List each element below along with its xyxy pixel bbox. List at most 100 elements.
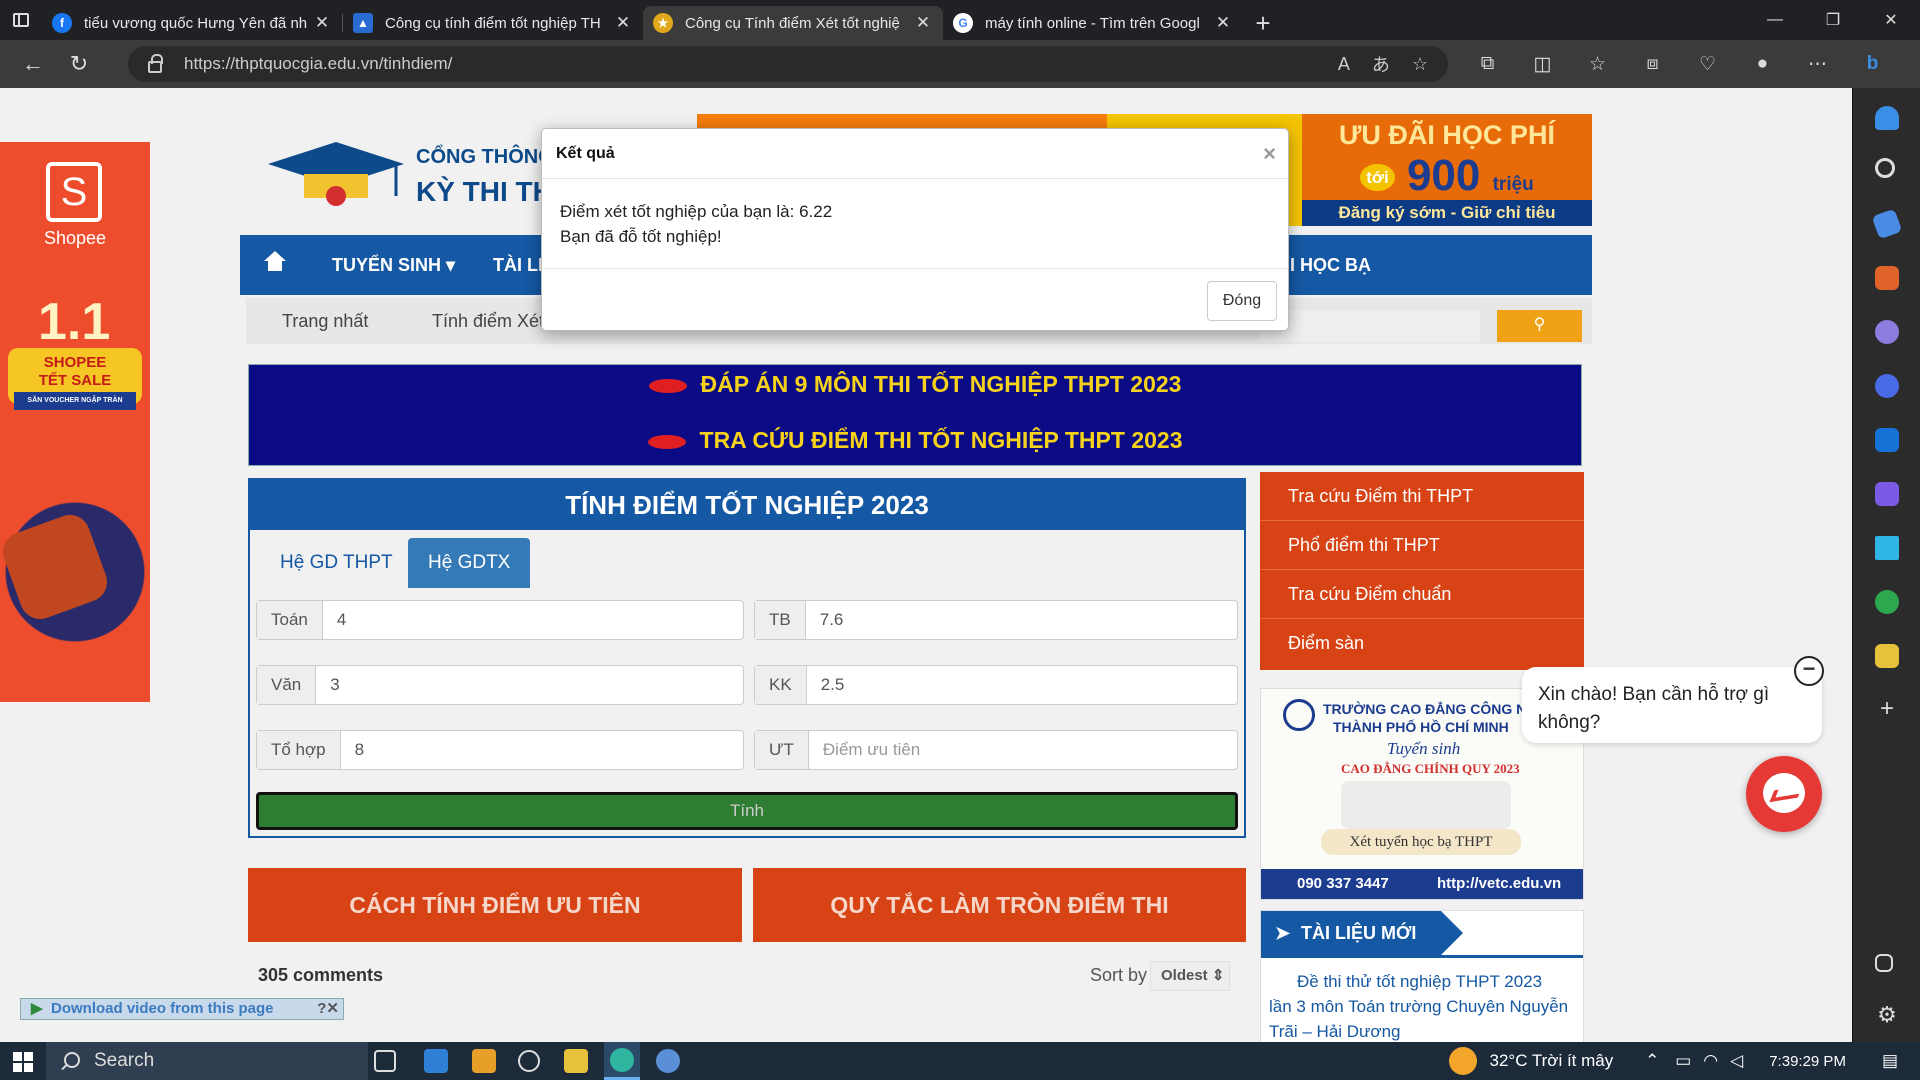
close-tab-icon[interactable]: ✕ — [312, 13, 332, 33]
add-icon[interactable]: + — [1875, 697, 1899, 722]
sidebar-link-tra-cuu-diem-thi[interactable]: Tra cứu Điểm thi THPT — [1260, 472, 1584, 521]
tab-he-gd-thpt[interactable]: Hệ GD THPT — [260, 538, 413, 588]
ut-field[interactable]: ƯT Điểm ưu tiên — [754, 730, 1238, 770]
tb-field[interactable]: TB 7.6 — [754, 600, 1238, 640]
breadcrumb-home[interactable]: Trang nhất — [246, 298, 368, 344]
sidebar-link-pho-diem[interactable]: Phổ điểm thi THPT — [1260, 521, 1584, 570]
kk-value[interactable]: 2.5 — [807, 666, 1237, 704]
taskbar-search[interactable]: Search — [46, 1042, 368, 1080]
banner-link-dap-an[interactable]: ĐÁP ÁN 9 MÔN THI TỐT NGHIỆP THPT 2023 — [249, 371, 1581, 398]
tab-actions-button[interactable] — [0, 0, 42, 40]
help-close-icons[interactable]: ?✕ — [317, 999, 339, 1019]
new-tab-button[interactable]: + — [1243, 6, 1283, 40]
home-icon[interactable] — [264, 251, 286, 273]
health-icon[interactable]: ♡ — [1680, 44, 1735, 84]
favorite-star-icon[interactable]: ☆ — [1412, 54, 1428, 75]
nav-item-tai-lieu[interactable]: TÀI LI — [493, 255, 543, 276]
van-label: Văn — [257, 666, 317, 704]
modal-close-icon[interactable]: × — [1263, 129, 1276, 179]
banner-link-tra-cuu[interactable]: TRA CỨU ĐIỂM THI TỐT NGHIỆP THPT 2023 — [249, 427, 1581, 454]
task-view-icon[interactable] — [374, 1050, 396, 1072]
tag-icon[interactable] — [1871, 208, 1903, 240]
toan-value[interactable]: 4 — [323, 601, 743, 639]
to-hop-field[interactable]: Tổ hợp 8 — [256, 730, 744, 770]
zalo-icon[interactable] — [1875, 644, 1899, 668]
outlook-icon[interactable] — [1875, 428, 1899, 452]
tab-he-gdtx[interactable]: Hệ GDTX — [408, 538, 531, 588]
van-field[interactable]: Văn 3 — [256, 665, 744, 705]
messenger-icon[interactable] — [1746, 756, 1822, 832]
url-field[interactable]: https://thptquocgia.edu.vn/tinhdiem/ A あ… — [128, 46, 1448, 82]
sidebar-link-diem-san[interactable]: Điểm sàn — [1260, 619, 1584, 668]
sidebar-link-diem-chuan[interactable]: Tra cứu Điểm chuẩn — [1260, 570, 1584, 619]
search-icon[interactable] — [1875, 158, 1895, 178]
ut-placeholder[interactable]: Điểm ưu tiên — [809, 731, 1237, 769]
cach-tinh-diem-uu-tien-button[interactable]: CÁCH TÍNH ĐIỂM ƯU TIÊN — [248, 868, 742, 942]
app-icon-4[interactable] — [656, 1049, 680, 1073]
browser-tab-google[interactable]: G máy tính online - Tìm trên Googl ✕ — [943, 6, 1243, 40]
restore-icon[interactable]: ❐ — [1804, 0, 1862, 40]
volume-icon[interactable]: ◁ — [1730, 1051, 1743, 1071]
nav-item-tuyen-sinh[interactable]: TUYỂN SINH ▾ — [332, 255, 455, 276]
windows-start-icon[interactable] — [0, 1042, 44, 1080]
bing-copilot-icon[interactable]: b — [1845, 44, 1900, 84]
split-screen-icon[interactable]: ◫ — [1515, 44, 1570, 84]
close-window-icon[interactable]: ✕ — [1862, 0, 1920, 40]
tools-icon[interactable] — [1875, 266, 1899, 290]
quy-tac-lam-tron-button[interactable]: QUY TẮC LÀM TRÒN ĐIỂM THI — [753, 868, 1246, 942]
send-icon[interactable] — [1875, 536, 1899, 560]
translate-icon[interactable]: あ — [1372, 51, 1390, 77]
read-aloud-icon[interactable]: A — [1338, 54, 1350, 75]
graduation-cap-logo[interactable] — [266, 140, 406, 210]
search-button[interactable]: ⚲ — [1497, 310, 1582, 342]
tray-chevron-icon[interactable]: ⌃ — [1641, 1051, 1663, 1071]
nav-item-hoc-ba[interactable]: I HỌC BẠ — [1290, 255, 1371, 276]
van-value[interactable]: 3 — [316, 666, 743, 704]
copilot-icon[interactable] — [1875, 374, 1899, 398]
browser-tab-tinhdiem-th[interactable]: ▲ Công cụ tính điểm tốt nghiệp TH ✕ — [343, 6, 643, 40]
browser-tab-active[interactable]: ★ Công cụ Tính điểm Xét tốt nghiệ ✕ — [643, 6, 943, 40]
weather-text[interactable]: 32°C Trời ít mây — [1489, 1051, 1613, 1071]
refresh-icon[interactable]: ↻ — [56, 44, 102, 84]
wifi-icon[interactable]: ◠ — [1703, 1051, 1718, 1071]
profile-avatar-icon[interactable]: ● — [1735, 44, 1790, 84]
tai-lieu-doc-link[interactable]: Đề thi thử tốt nghiệp THPT 2023 lần 3 mô… — [1269, 969, 1569, 1042]
toan-field[interactable]: Toán 4 — [256, 600, 744, 640]
close-tab-icon[interactable]: ✕ — [913, 13, 933, 33]
app-icon-3[interactable] — [564, 1049, 588, 1073]
sort-select[interactable]: Oldest ⇕ — [1150, 961, 1230, 991]
tab-title: Công cụ Tính điểm Xét tốt nghiệ — [685, 14, 900, 32]
edge-taskbar-icon[interactable] — [604, 1042, 640, 1080]
designer-icon[interactable] — [1875, 482, 1899, 506]
download-video-bar[interactable]: ▶ Download video from this page ?✕ — [20, 998, 344, 1020]
clock[interactable]: 7:39:29 PM — [1769, 1053, 1846, 1070]
app-icon-2[interactable] — [518, 1050, 540, 1072]
tinh-button[interactable]: Tính — [256, 792, 1238, 830]
games-icon[interactable] — [1875, 320, 1899, 344]
shopee-ad[interactable]: S Shopee 1.1 SHOPEE TẾT SALE SĂN VOUCHER… — [0, 142, 150, 702]
more-menu-icon[interactable]: ⋯ — [1790, 44, 1845, 84]
browser-tab-facebook[interactable]: f tiểu vương quốc Hưng Yên đã nh ✕ — [42, 6, 342, 40]
minimize-icon[interactable]: — — [1746, 0, 1804, 40]
collections-icon[interactable]: ⧈ — [1625, 44, 1680, 84]
tb-value[interactable]: 7.6 — [806, 601, 1237, 639]
sidebar-toggle-icon[interactable] — [1875, 954, 1893, 972]
to-hop-value[interactable]: 8 — [341, 731, 743, 769]
tree-icon[interactable] — [1875, 590, 1899, 614]
dong-button[interactable]: Đóng — [1207, 281, 1277, 321]
store-icon[interactable] — [424, 1049, 448, 1073]
battery-icon[interactable]: ▭ — [1675, 1051, 1691, 1071]
chat-minimize-icon[interactable]: − — [1794, 656, 1824, 686]
app-icon-1[interactable] — [472, 1049, 496, 1073]
favorites-icon[interactable]: ☆ — [1570, 44, 1625, 84]
close-tab-icon[interactable]: ✕ — [1213, 13, 1233, 33]
close-tab-icon[interactable]: ✕ — [613, 13, 633, 33]
bell-icon[interactable] — [1875, 106, 1899, 130]
search-input[interactable] — [1260, 310, 1480, 342]
notifications-icon[interactable]: ▤ — [1882, 1051, 1898, 1071]
extensions-icon[interactable]: ⧉ — [1460, 44, 1515, 84]
settings-gear-icon[interactable]: ⚙ — [1875, 1004, 1899, 1028]
back-icon[interactable]: ← — [10, 44, 56, 84]
kk-field[interactable]: KK 2.5 — [754, 665, 1238, 705]
chat-greeting-bubble[interactable]: Xin chào! Bạn cần hỗ trợ gì không? — [1522, 667, 1822, 743]
